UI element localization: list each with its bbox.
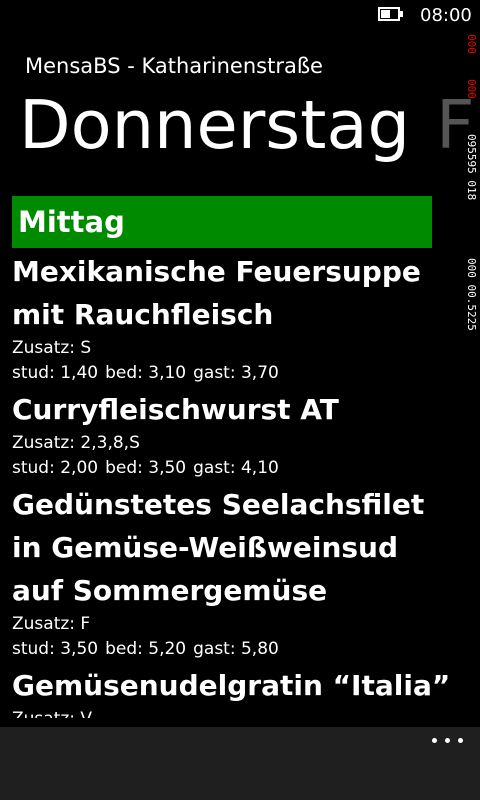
- dish-name: Gedünstetes Seelachsfilet in Gemüse-Weiß…: [12, 488, 425, 607]
- price-staff: bed: 3,50: [105, 458, 187, 478]
- dish-prices: stud: 1,40 bed: 3,10 gast: 3,70: [12, 361, 452, 386]
- dish-prices: stud: 2,00 bed: 3,50 gast: 4,10: [12, 456, 452, 481]
- dish-additives: Zusatz: 2,3,8,S: [12, 433, 140, 453]
- battery-charging-icon: [378, 7, 406, 23]
- debug-counter-line-2: 000 00.5225: [465, 258, 478, 331]
- price-guest: gast: 3,70: [193, 363, 279, 383]
- application-bar: [0, 727, 480, 800]
- dish-name: Curryfleischwurst AT: [12, 393, 339, 426]
- status-time: 08:00: [420, 5, 472, 26]
- price-staff: bed: 3,10: [105, 363, 187, 383]
- dish-name: Gemüsenudelgratin “Italia”: [12, 669, 451, 702]
- dish-prices: stud: 3,50 bed: 5,20 gast: 5,80: [12, 637, 452, 662]
- dish-additives: Zusatz: S: [12, 338, 92, 358]
- dish-item[interactable]: Gedünstetes Seelachsfilet in Gemüse-Weiß…: [12, 483, 452, 662]
- dish-additives: Zusatz: V: [12, 707, 452, 718]
- debug-counter-red-1: 000: [465, 34, 478, 54]
- dish-item[interactable]: Curryfleischwurst AT Zusatz: 2,3,8,S stu…: [12, 388, 452, 481]
- dish-item[interactable]: Gemüsenudelgratin “Italia” Zusatz: V: [12, 664, 452, 718]
- dish-item[interactable]: Mexikanische Feuersuppe mit Rauchfleisch…: [12, 250, 452, 386]
- price-student: stud: 2,00: [12, 458, 99, 478]
- pivot-header-next[interactable]: F: [436, 82, 475, 168]
- price-guest: gast: 4,10: [193, 458, 279, 478]
- status-bar: 08:00: [0, 0, 480, 32]
- menu-list[interactable]: Mittag Mexikanische Feuersuppe mit Rauch…: [12, 196, 452, 718]
- pivot-header-current[interactable]: Donnerstag: [19, 82, 410, 168]
- price-guest: gast: 5,80: [193, 639, 279, 659]
- price-staff: bed: 5,20: [105, 639, 187, 659]
- price-student: stud: 1,40: [12, 363, 99, 383]
- price-student: stud: 3,50: [12, 639, 99, 659]
- section-header-mittag: Mittag: [12, 196, 432, 248]
- dish-additives: Zusatz: F: [12, 614, 91, 634]
- app-title: MensaBS - Katharinenstraße: [25, 54, 323, 78]
- dish-name: Mexikanische Feuersuppe mit Rauchfleisch: [12, 255, 421, 331]
- more-icon[interactable]: [428, 728, 468, 758]
